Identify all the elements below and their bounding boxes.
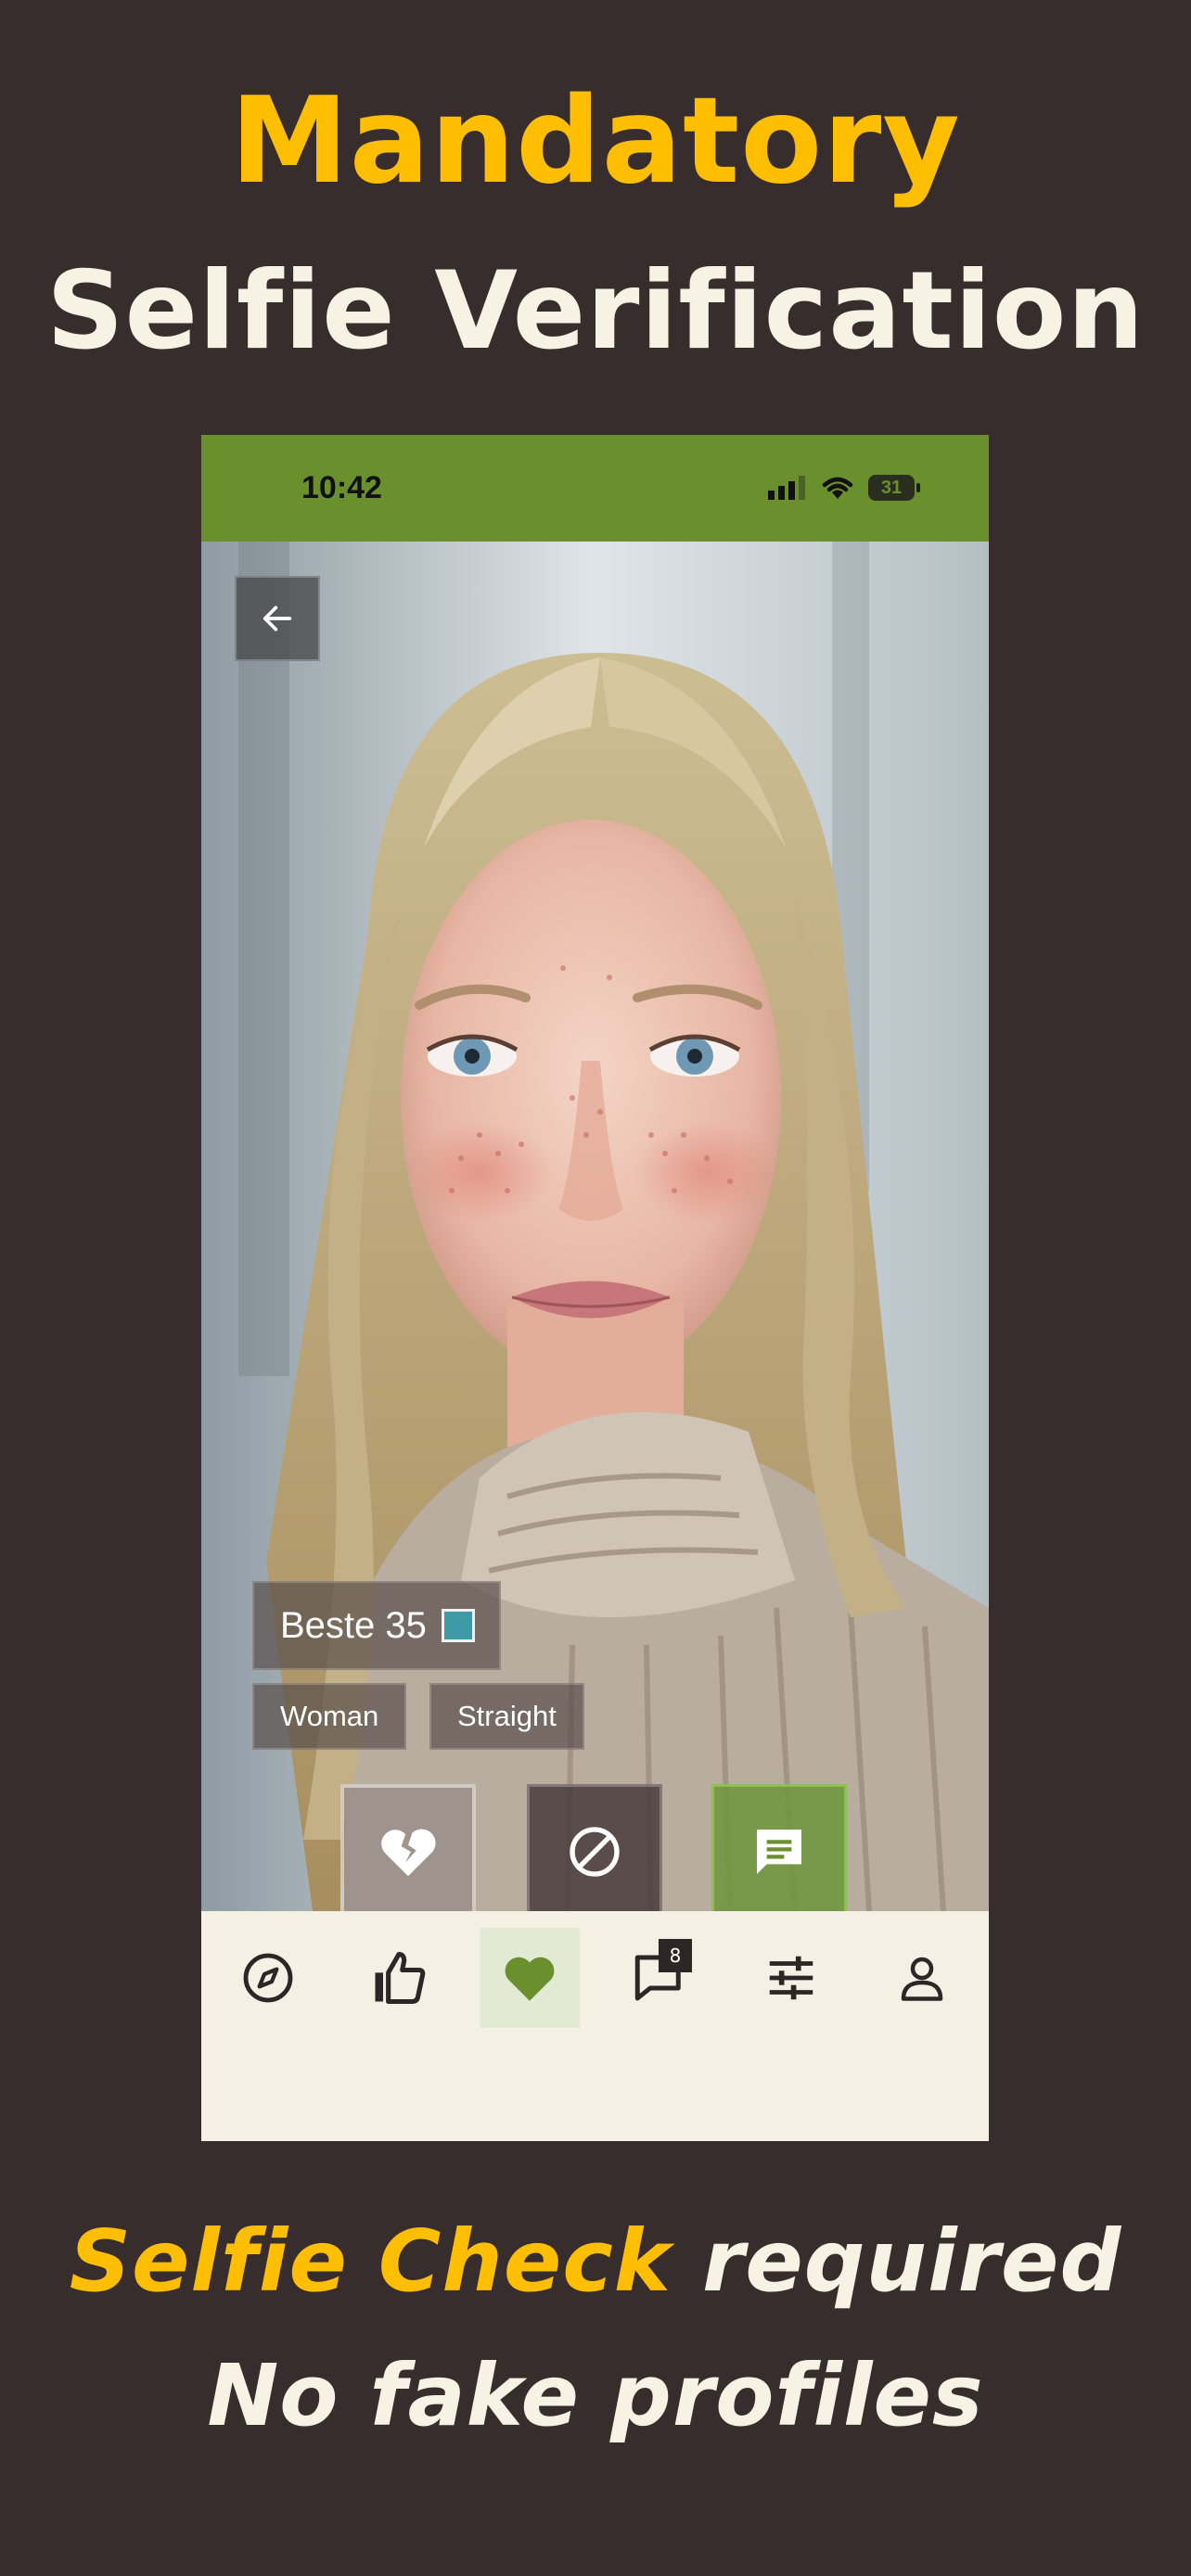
pass-button[interactable]	[340, 1784, 476, 1919]
nav-matches[interactable]	[480, 1928, 580, 2028]
footer-line-1: Selfie Check required	[0, 2212, 1191, 2311]
bottom-navigation: 8	[201, 1911, 989, 2141]
status-bar: 10:42 31	[201, 435, 989, 542]
block-button[interactable]	[527, 1784, 662, 1919]
arrow-left-icon	[263, 606, 292, 631]
battery-icon: 31	[868, 475, 920, 501]
thumbs-up-icon	[375, 1951, 426, 2005]
messages-badge: 8	[659, 1939, 692, 1972]
verified-badge-icon	[441, 1609, 475, 1642]
sliders-icon	[769, 1956, 813, 2000]
headline-selfie-verification: Selfie Verification	[45, 249, 1146, 374]
message-button[interactable]	[711, 1784, 847, 1919]
tag-orientation: Straight	[429, 1683, 584, 1750]
chat-icon	[757, 1830, 801, 1874]
footer-selfie-check: Selfie Check	[69, 2212, 672, 2311]
signal-icon	[768, 476, 805, 500]
nav-messages[interactable]: 8	[610, 1928, 711, 2028]
broken-heart-icon	[381, 1829, 436, 1877]
nav-likes[interactable]	[349, 1928, 449, 2028]
footer-required: required	[702, 2212, 1122, 2311]
tag-gender: Woman	[252, 1683, 407, 1750]
phone-screenshot: 10:42 31 Beste 35 Woman Straight 8	[201, 435, 989, 2141]
headline-mandatory: Mandatory	[230, 72, 961, 210]
compass-icon	[243, 1953, 293, 2003]
wifi-icon	[822, 477, 853, 499]
status-icons: 31	[768, 472, 920, 504]
footer-no-fake-profiles: No fake profiles	[207, 2346, 984, 2445]
person-icon	[901, 1957, 943, 2001]
profile-name-box: Beste 35	[252, 1581, 501, 1670]
heart-icon	[505, 1957, 555, 2001]
back-button[interactable]	[235, 576, 320, 661]
block-icon	[570, 1827, 620, 1877]
nav-profile[interactable]	[872, 1928, 972, 2028]
nav-discover[interactable]	[218, 1928, 318, 2028]
status-time: 10:42	[301, 470, 382, 505]
profile-name-age: Beste 35	[280, 1604, 427, 1646]
nav-filters[interactable]	[741, 1928, 841, 2028]
